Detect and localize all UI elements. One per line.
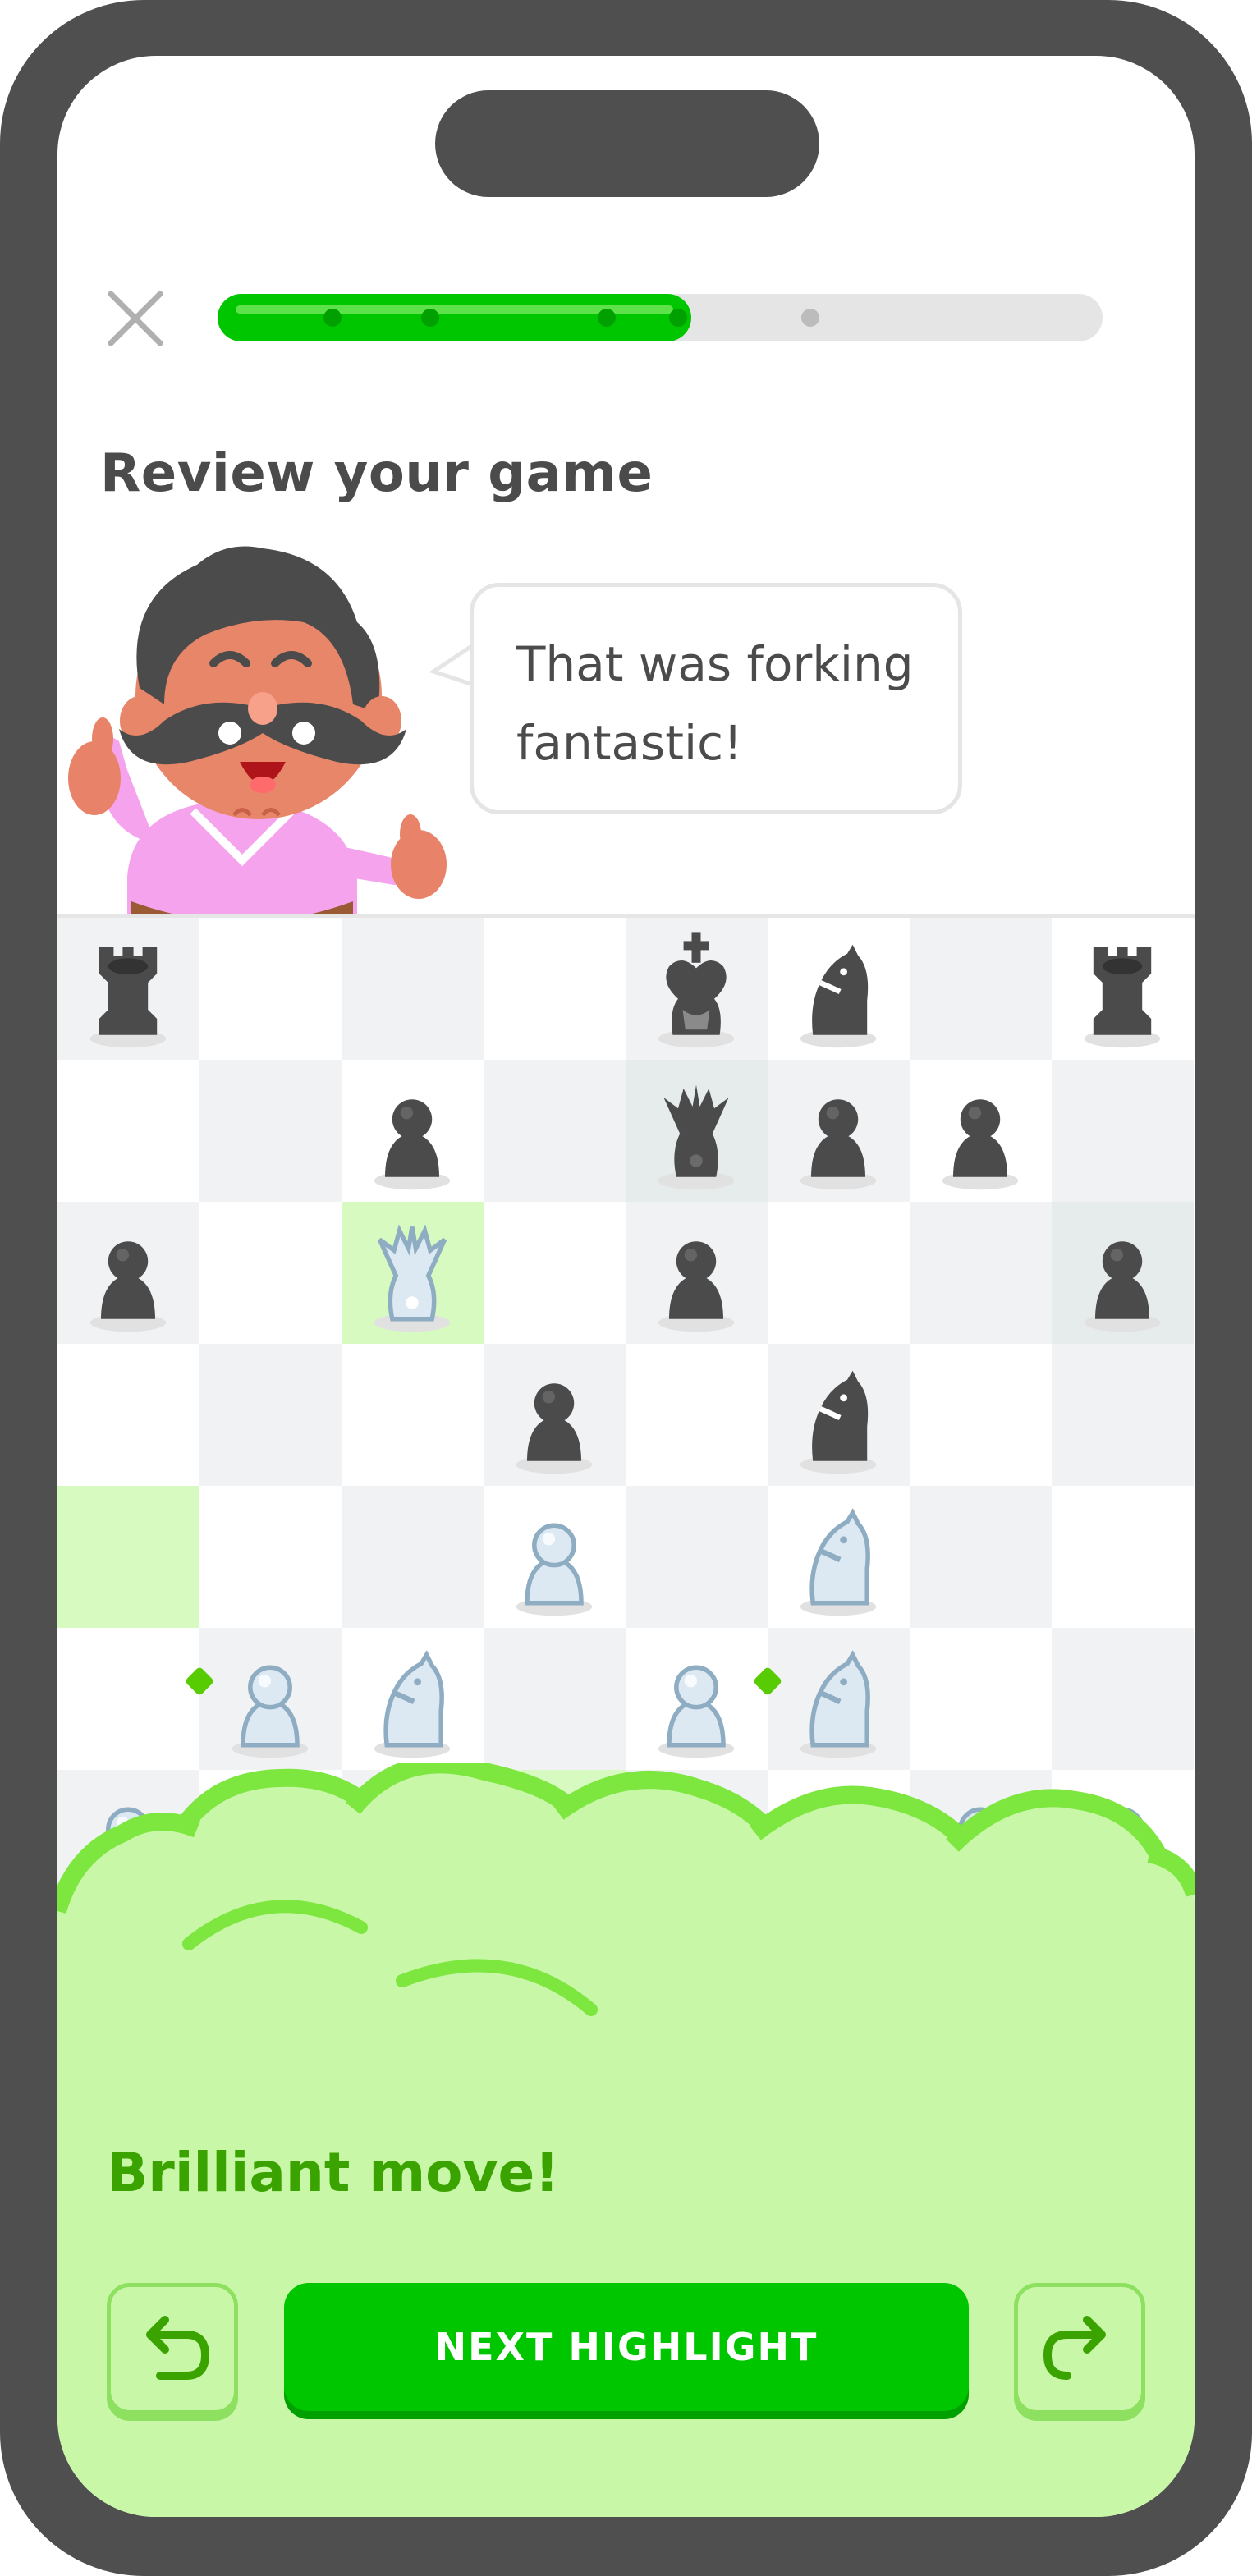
speech-line-1: That was forking bbox=[516, 636, 914, 692]
progress-marker bbox=[801, 309, 819, 327]
progress-marker bbox=[421, 309, 439, 327]
lesson-progress-bar bbox=[218, 294, 1103, 341]
board-square-b8[interactable] bbox=[199, 918, 342, 1060]
white-pawn-icon[interactable] bbox=[635, 1629, 758, 1765]
board-square-g3[interactable] bbox=[910, 1628, 1052, 1770]
black-pawn-icon[interactable] bbox=[919, 1061, 1042, 1197]
black-pawn-icon[interactable] bbox=[1061, 1203, 1184, 1339]
progress-marker bbox=[598, 309, 616, 327]
board-square-f6[interactable] bbox=[768, 1202, 910, 1344]
progress-fill bbox=[218, 294, 691, 341]
board-square-d7[interactable] bbox=[484, 1060, 626, 1202]
board-square-h7[interactable] bbox=[1052, 1060, 1194, 1202]
mascot-character bbox=[68, 546, 447, 959]
speech-line-2: fantastic! bbox=[516, 715, 743, 771]
board-square-e4[interactable] bbox=[626, 1486, 768, 1628]
board-square-c5[interactable] bbox=[342, 1344, 484, 1486]
board-square-d8[interactable] bbox=[484, 918, 626, 1060]
board-square-h4[interactable] bbox=[1052, 1486, 1194, 1628]
speech-bubble: That was forking fantastic! bbox=[470, 583, 962, 814]
board-square-b4[interactable] bbox=[199, 1486, 342, 1628]
board-square-e5[interactable] bbox=[626, 1344, 768, 1486]
black-rook-icon[interactable] bbox=[1061, 919, 1184, 1055]
black-queen-icon[interactable] bbox=[635, 1061, 758, 1197]
board-square-c4[interactable] bbox=[342, 1486, 484, 1628]
feedback-title: Brilliant move! bbox=[107, 2141, 560, 2204]
next-highlight-button[interactable]: NEXT HIGHLIGHT bbox=[284, 2283, 969, 2411]
white-knight-icon[interactable] bbox=[351, 1629, 474, 1765]
board-square-a7[interactable] bbox=[57, 1060, 199, 1202]
progress-marker bbox=[323, 309, 342, 327]
next-move-button[interactable] bbox=[1014, 2283, 1145, 2414]
board-square-g4[interactable] bbox=[910, 1486, 1052, 1628]
app-screen: Review your game That was forking fantas… bbox=[57, 56, 1195, 2517]
camera-notch bbox=[435, 90, 819, 197]
black-king-icon[interactable] bbox=[635, 919, 758, 1055]
white-queen-icon[interactable] bbox=[351, 1203, 474, 1339]
white-pawn-icon[interactable] bbox=[493, 1487, 616, 1623]
black-pawn-icon[interactable] bbox=[351, 1061, 474, 1197]
board-square-h3[interactable] bbox=[1052, 1628, 1194, 1770]
board-square-g6[interactable] bbox=[910, 1202, 1052, 1344]
previous-highlight-button[interactable] bbox=[107, 2283, 238, 2414]
undo-arrow-icon bbox=[146, 2316, 210, 2380]
white-pawn-icon[interactable] bbox=[209, 1629, 332, 1765]
black-knight-icon[interactable] bbox=[777, 919, 900, 1055]
black-pawn-icon[interactable] bbox=[493, 1345, 616, 1481]
black-knight-icon[interactable] bbox=[777, 1345, 900, 1481]
redo-arrow-icon bbox=[1043, 2316, 1106, 2380]
board-square-d3[interactable] bbox=[484, 1628, 626, 1770]
board-square-b5[interactable] bbox=[199, 1344, 342, 1486]
board-square-h5[interactable] bbox=[1052, 1344, 1194, 1486]
board-square-b7[interactable] bbox=[199, 1060, 342, 1202]
page-title: Review your game bbox=[100, 443, 654, 504]
black-pawn-icon[interactable] bbox=[777, 1061, 900, 1197]
board-square-a4[interactable] bbox=[57, 1486, 199, 1628]
close-icon[interactable] bbox=[103, 286, 168, 351]
board-square-g8[interactable] bbox=[910, 918, 1052, 1060]
black-pawn-icon[interactable] bbox=[635, 1203, 758, 1339]
black-pawn-icon[interactable] bbox=[66, 1203, 190, 1339]
board-square-b6[interactable] bbox=[199, 1202, 342, 1344]
white-knight-icon[interactable] bbox=[777, 1487, 900, 1623]
board-square-g5[interactable] bbox=[910, 1344, 1052, 1486]
phone-frame: Review your game That was forking fantas… bbox=[0, 0, 1252, 2576]
board-square-d6[interactable] bbox=[484, 1202, 626, 1344]
white-knight-icon[interactable] bbox=[777, 1629, 900, 1765]
progress-marker bbox=[669, 309, 687, 327]
board-square-a3[interactable] bbox=[57, 1628, 199, 1770]
speech-bubble-text: That was forking fantastic! bbox=[516, 625, 943, 782]
board-square-c8[interactable] bbox=[342, 918, 484, 1060]
black-rook-icon[interactable] bbox=[66, 919, 190, 1055]
board-square-a5[interactable] bbox=[57, 1344, 199, 1486]
